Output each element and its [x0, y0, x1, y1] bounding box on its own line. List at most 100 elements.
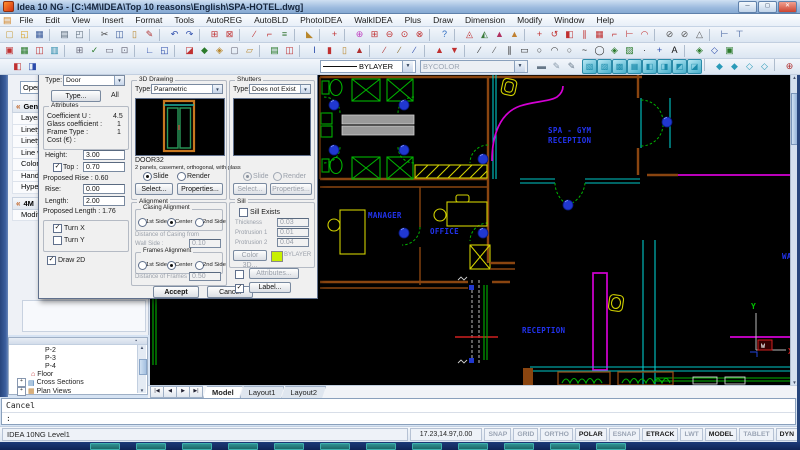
taskbar-item[interactable] [136, 443, 166, 450]
view-top-icon[interactable]: ◧ [642, 59, 657, 74]
menu-photoidea[interactable]: PhotoIDEA [294, 15, 348, 25]
paste-icon[interactable]: ▯ [127, 27, 142, 42]
taskbar-item[interactable] [274, 443, 304, 450]
menu-insert[interactable]: Insert [96, 15, 129, 25]
toggle-snap[interactable]: SNAP [484, 428, 511, 441]
command-line[interactable]: Cancel : [1, 398, 796, 425]
polyline-icon[interactable]: ∕ [487, 43, 502, 58]
openings-icon[interactable]: ◭ [477, 27, 492, 42]
toggle-ortho[interactable]: ORTHO [540, 428, 573, 441]
render-radio[interactable] [177, 172, 186, 181]
text-cursor-icon[interactable]: I [307, 43, 322, 58]
table-props-icon[interactable]: ⊡ [117, 43, 132, 58]
scrollbar-thumb[interactable] [139, 359, 147, 375]
dim-horizontal-icon[interactable]: ⊢ [717, 27, 732, 42]
help-icon[interactable]: ? [437, 27, 452, 42]
scroll-down-icon[interactable]: ▼ [138, 388, 146, 393]
parallel-lines-icon[interactable]: ∥ [502, 43, 517, 58]
menu-format[interactable]: Format [129, 15, 168, 25]
zoom-extents-icon[interactable]: ⊙ [397, 27, 412, 42]
taskbar-item[interactable] [550, 443, 580, 450]
turn-y-checkbox[interactable] [53, 236, 62, 245]
taskbar-item[interactable] [90, 443, 120, 450]
chevron-down-icon[interactable]: ▼ [114, 76, 124, 85]
taskbar-item[interactable] [596, 443, 626, 450]
chevron-down-icon[interactable]: ▼ [300, 85, 310, 93]
dim-vertical-icon[interactable]: ⊤ [732, 27, 747, 42]
orbit-c-icon[interactable]: ◇ [742, 59, 757, 74]
array-icon[interactable]: ▦ [592, 27, 607, 42]
label-checkbox[interactable] [235, 284, 244, 293]
pen-styles-icon[interactable]: ✎ [564, 59, 579, 74]
tab-model[interactable]: Model [203, 386, 243, 398]
move-icon[interactable]: + [532, 27, 547, 42]
shutters-type-select[interactable]: Does not Exist▼ [249, 84, 311, 94]
minimize-button[interactable]: ─ [738, 1, 757, 13]
polygon-icon[interactable]: ○ [532, 43, 547, 58]
no-snap-a-icon[interactable]: ⊘ [662, 27, 677, 42]
point-icon[interactable]: · [637, 43, 652, 58]
cancel-button[interactable]: Cancel [207, 286, 253, 298]
corner-tool-icon[interactable]: ∟ [142, 43, 157, 58]
region-tool-icon[interactable]: ◱ [157, 43, 172, 58]
render-view-icon[interactable]: ▣ [722, 43, 737, 58]
menu-draw[interactable]: Draw [427, 15, 459, 25]
frame-tool-icon[interactable]: ◫ [282, 43, 297, 58]
view-front-icon[interactable]: ◨ [657, 59, 672, 74]
zoom-window-icon[interactable]: ⊞ [367, 27, 382, 42]
layout-grid-icon[interactable]: ◫ [32, 43, 47, 58]
zoom-previous-icon[interactable]: ⊖ [382, 27, 397, 42]
ellipse-icon[interactable]: ◯ [592, 43, 607, 58]
toggle-etrack[interactable]: ETRACK [642, 428, 678, 441]
tab-nav-prev[interactable]: ◀ [163, 386, 177, 398]
lineweight-icon[interactable]: ▬ [534, 59, 549, 74]
construction-icon[interactable]: + [652, 43, 667, 58]
tree-item-p-4[interactable]: P-4 [11, 362, 147, 370]
copy-object-icon[interactable]: ◪ [182, 43, 197, 58]
text-A-icon[interactable]: A [667, 43, 682, 58]
maximize-button[interactable]: ◻ [758, 1, 777, 13]
spline-icon[interactable]: ~ [577, 43, 592, 58]
rectangle-icon[interactable]: ▭ [517, 43, 532, 58]
walls-icon[interactable]: ◬ [462, 27, 477, 42]
draw-polyline-icon[interactable]: ⌐ [262, 27, 277, 42]
menu-file[interactable]: File [14, 15, 40, 25]
layer-states-icon[interactable]: ⊠ [222, 27, 237, 42]
zoom-scale-icon[interactable]: ⊗ [412, 27, 427, 42]
pencil-brown-icon[interactable]: ∕ [392, 43, 407, 58]
accept-button[interactable]: Accept [153, 286, 199, 298]
line-icon[interactable]: ∕ [472, 43, 487, 58]
label-button[interactable]: Label... [249, 282, 291, 293]
menu-walkidea[interactable]: WalkIDEA [348, 15, 398, 25]
new-icon[interactable]: ▢ [2, 27, 17, 42]
turn-x-checkbox[interactable] [53, 224, 62, 233]
extend-icon[interactable]: ⊢ [622, 27, 637, 42]
validate-icon[interactable]: ✓ [87, 43, 102, 58]
height-field[interactable]: 3.00 [83, 150, 125, 160]
offset-icon[interactable]: ∥ [577, 27, 592, 42]
erase-icon[interactable]: ◣ [302, 27, 317, 42]
linetype-combo[interactable]: BYLAYER ▼ [320, 60, 416, 73]
orbit-b-icon[interactable]: ◆ [727, 59, 742, 74]
taskbar-item[interactable] [366, 443, 396, 450]
aperture-icon[interactable]: ▣ [2, 43, 17, 58]
tree-scrollbar[interactable]: ▲ ▼ [137, 345, 146, 393]
sill-exists-checkbox[interactable] [239, 208, 248, 217]
taskbar-item[interactable] [504, 443, 534, 450]
group-box-icon[interactable]: ▢ [227, 43, 242, 58]
no-snap-b-icon[interactable]: ⊘ [677, 27, 692, 42]
angle-tool-icon[interactable]: △ [692, 27, 707, 42]
slide-radio[interactable] [143, 172, 152, 181]
menu-edit[interactable]: Edit [39, 15, 66, 25]
properties-button[interactable]: Properties... [177, 183, 223, 195]
circle-icon[interactable]: ○ [562, 43, 577, 58]
toggle-grid[interactable]: GRID [513, 428, 538, 441]
zoom-in-icon[interactable]: ⊕ [782, 59, 797, 74]
grid-style-icon[interactable]: ▦ [17, 43, 32, 58]
mtext-icon[interactable]: ▮ [322, 43, 337, 58]
view-ne-iso-icon[interactable]: ▩ [612, 59, 627, 74]
taskbar-item[interactable] [228, 443, 258, 450]
draw-2d-checkbox[interactable] [47, 256, 56, 265]
clipboard-icon[interactable]: ▯ [337, 43, 352, 58]
tab-nav-last[interactable]: ▶| [189, 386, 203, 398]
